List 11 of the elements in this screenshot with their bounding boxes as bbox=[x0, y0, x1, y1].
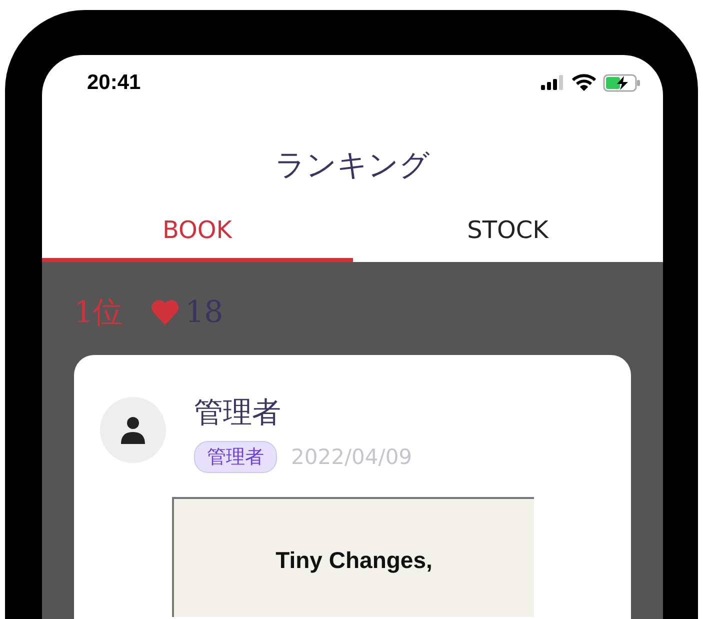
heart-icon[interactable] bbox=[151, 300, 180, 325]
page-title: ランキング bbox=[274, 147, 431, 185]
rank-label: 1位 bbox=[74, 294, 124, 332]
wifi-icon bbox=[572, 74, 596, 91]
status-time: 20:41 bbox=[87, 70, 141, 94]
user-name: 管理者 bbox=[194, 394, 282, 431]
signal-icon bbox=[541, 75, 565, 90]
cover-title: Tiny Changes, bbox=[276, 547, 432, 574]
role-tag: 管理者 bbox=[194, 441, 277, 473]
battery-icon bbox=[603, 74, 641, 92]
post-date: 2022/04/09 bbox=[291, 445, 412, 469]
